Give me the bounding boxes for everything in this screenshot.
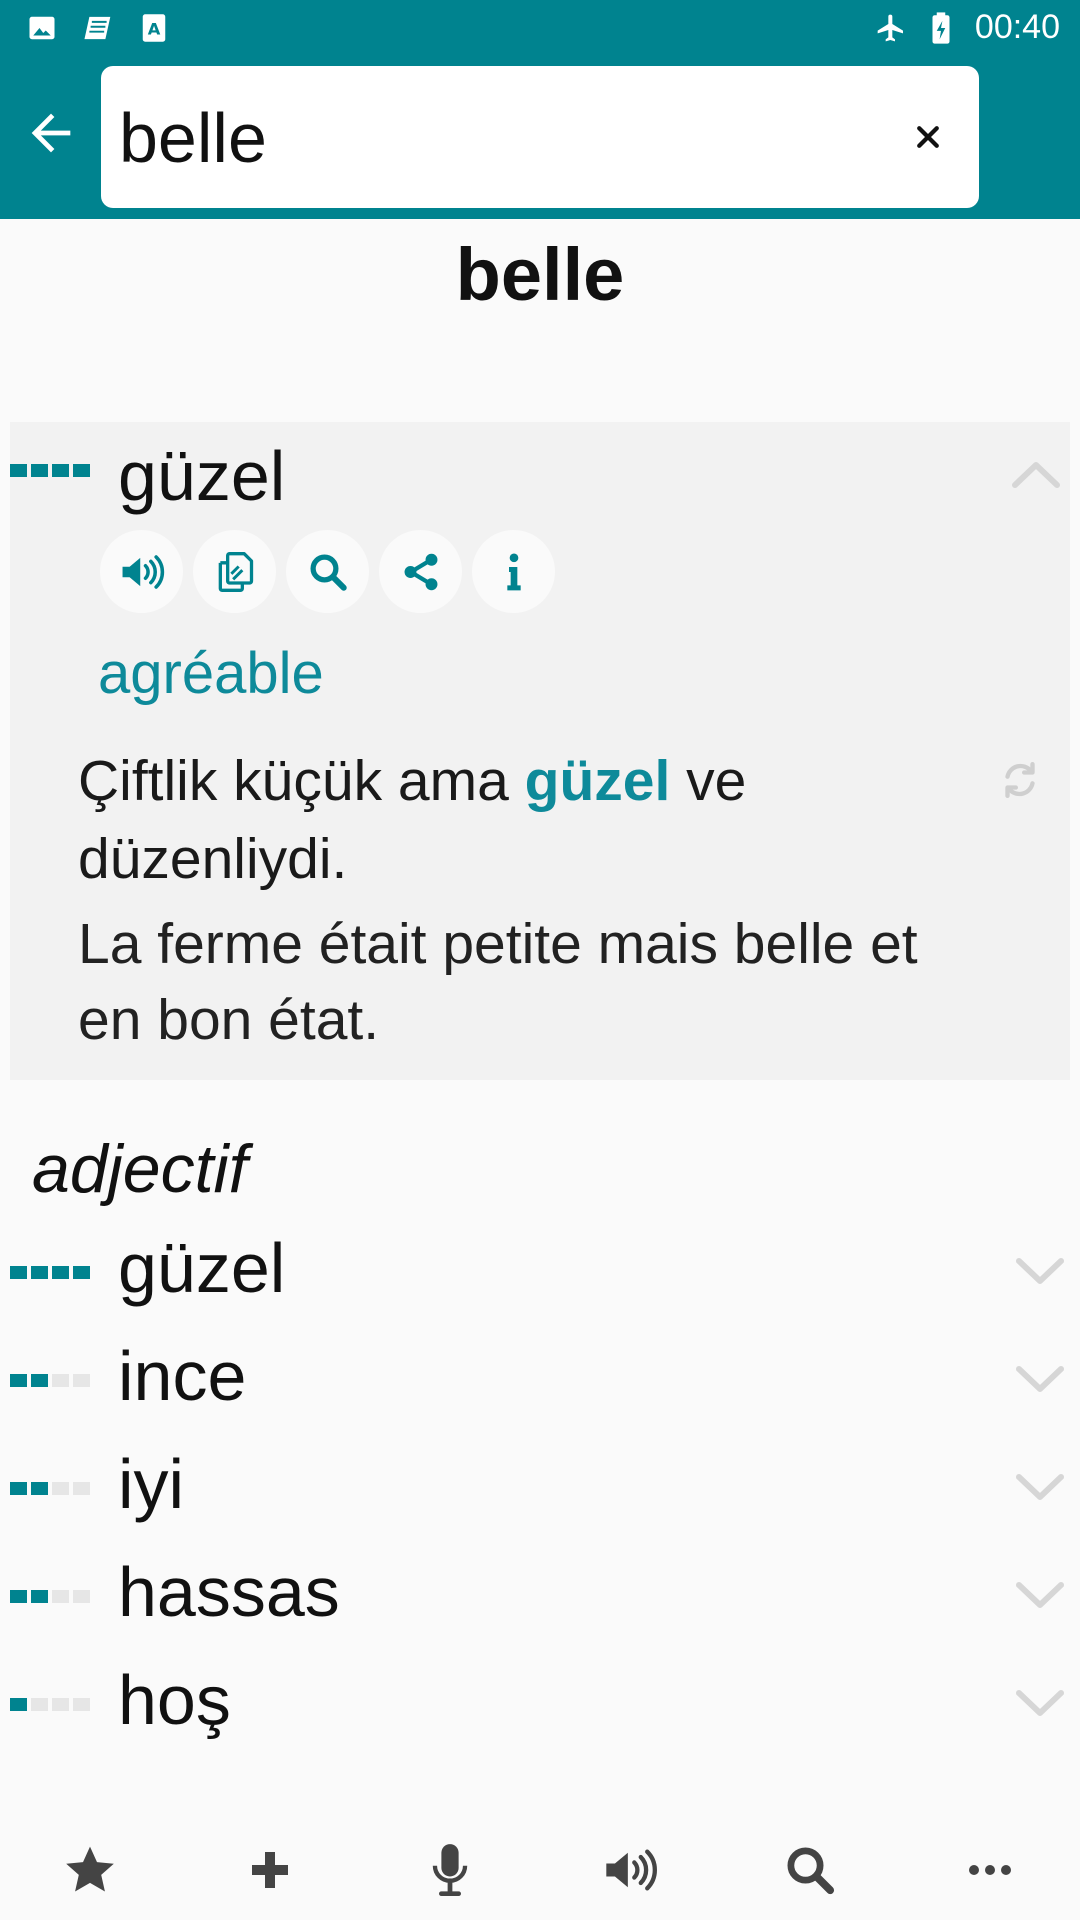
font-icon: A <box>138 12 170 44</box>
chevron-up-icon <box>1012 462 1060 488</box>
part-of-speech-label: adjectif <box>32 1131 248 1207</box>
add-button[interactable] <box>224 1830 316 1910</box>
expand-button[interactable] <box>1010 1674 1070 1734</box>
copy-button[interactable] <box>193 530 276 613</box>
app-bar <box>0 62 1080 219</box>
share-button[interactable] <box>379 530 462 613</box>
image-icon <box>26 12 58 44</box>
pronounce-button[interactable] <box>584 1830 676 1910</box>
refresh-icon <box>1005 762 1035 798</box>
star-icon <box>66 1846 114 1892</box>
example-turkish: Çiftlik küçük ama güzel ve düzenliydi. <box>78 749 747 891</box>
status-bar: A 00:40 <box>0 0 1080 62</box>
battery-charging-icon <box>925 11 957 44</box>
arrow-left-icon <box>31 113 71 153</box>
info-icon <box>506 553 521 590</box>
more-button[interactable] <box>944 1830 1036 1910</box>
voice-input-button[interactable] <box>404 1830 496 1910</box>
bottom-toolbar <box>0 1830 1080 1910</box>
chevron-down-icon <box>1016 1474 1064 1500</box>
headword-title: belle <box>455 233 625 316</box>
chevron-down-icon <box>1016 1366 1064 1392</box>
refresh-example-button[interactable] <box>996 756 1044 804</box>
translation-item[interactable]: güzel <box>0 1218 1080 1326</box>
frequency-bar <box>10 1482 90 1495</box>
search-input[interactable] <box>119 90 879 186</box>
translation-item[interactable]: ince <box>0 1326 1080 1434</box>
frequency-bar <box>10 1698 90 1711</box>
search-icon <box>310 554 347 591</box>
search-icon <box>787 1847 835 1895</box>
entry-word: güzel <box>118 437 286 515</box>
favorites-button[interactable] <box>44 1830 136 1910</box>
translation-list: güzel ince iyi hassas hoş <box>0 1218 1080 1758</box>
speaker-icon <box>122 554 164 589</box>
translation-word: hoş <box>118 1661 231 1739</box>
microphone-icon <box>432 1844 468 1897</box>
translation-item[interactable]: iyi <box>0 1434 1080 1542</box>
chevron-down-icon <box>1016 1258 1064 1284</box>
translation-word: ince <box>118 1337 247 1415</box>
copy-icon <box>218 551 253 592</box>
status-left-icons: A <box>26 12 170 44</box>
expand-button[interactable] <box>1010 1566 1070 1626</box>
status-right-icons: 00:40 <box>875 8 1060 47</box>
entry-actions <box>100 530 555 613</box>
translation-word: iyi <box>118 1445 185 1523</box>
chevron-down-icon <box>1016 1582 1064 1608</box>
book-icon <box>82 12 114 44</box>
example-highlight: güzel <box>524 749 671 813</box>
svg-text:A: A <box>148 19 161 38</box>
search-button[interactable] <box>764 1830 856 1910</box>
chevron-down-icon <box>1016 1690 1064 1716</box>
airplane-mode-icon <box>875 12 907 44</box>
share-icon <box>404 553 437 590</box>
expand-button[interactable] <box>1010 1350 1070 1410</box>
more-icon <box>969 1865 1011 1875</box>
back-button[interactable] <box>18 100 84 166</box>
search-entry-button[interactable] <box>286 530 369 613</box>
frequency-bar <box>10 1266 90 1279</box>
translation-item[interactable]: hassas <box>0 1542 1080 1650</box>
expand-button[interactable] <box>1010 1458 1070 1518</box>
close-icon <box>917 126 939 148</box>
search-box <box>101 66 979 208</box>
translation-word: güzel <box>118 1229 286 1307</box>
translation-item[interactable]: hoş <box>0 1650 1080 1758</box>
entry-card[interactable]: güzel agréable Çiftlik küçük ama güzel v… <box>10 422 1070 1080</box>
frequency-bar <box>10 1590 90 1603</box>
info-button[interactable] <box>472 530 555 613</box>
expand-button[interactable] <box>1010 1242 1070 1302</box>
plus-icon <box>252 1852 288 1888</box>
clear-button[interactable] <box>895 104 961 170</box>
frequency-bar <box>10 464 90 477</box>
frequency-bar <box>10 1374 90 1387</box>
example-french: La ferme était petite mais belle et en b… <box>78 912 918 1052</box>
synonym-link[interactable]: agréable <box>98 640 324 707</box>
speaker-icon <box>606 1849 657 1891</box>
status-time: 00:40 <box>974 8 1060 46</box>
translation-word: hassas <box>118 1553 340 1631</box>
collapse-button[interactable] <box>1006 444 1066 504</box>
speak-button[interactable] <box>100 530 183 613</box>
